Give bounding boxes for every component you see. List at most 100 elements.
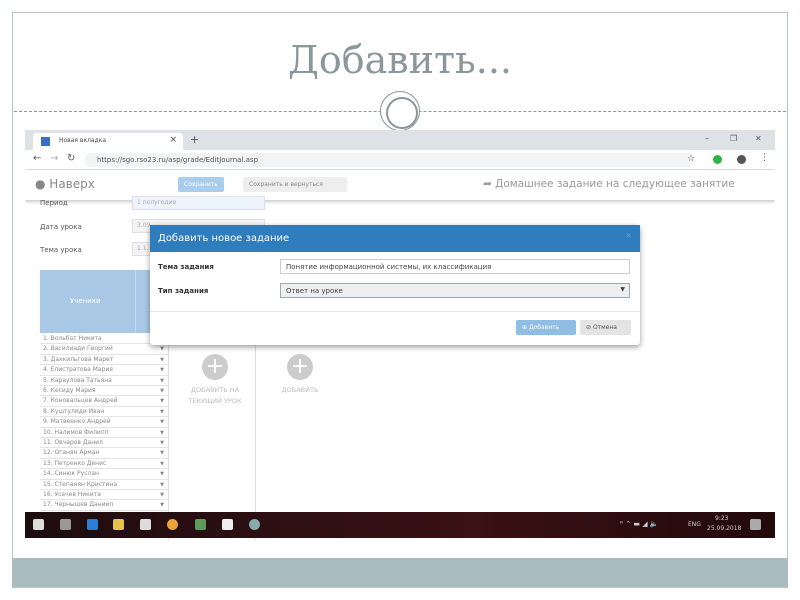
menu-icon[interactable]: ⋮ <box>760 153 769 163</box>
homework-link[interactable]: ➦ Домашнее задание на следующее занятие <box>483 178 735 190</box>
student-name: 11. Овчаров Данил <box>43 439 103 446</box>
dropdown-icon[interactable]: ▼ <box>160 344 164 354</box>
task-topic-label: Тема задания <box>158 263 214 271</box>
task-view-icon[interactable] <box>60 519 71 530</box>
student-name: 17. Чернышев Даниил <box>43 501 114 509</box>
dropdown-icon[interactable]: ▼ <box>160 490 164 500</box>
dropdown-icon[interactable]: ▼ <box>160 355 164 365</box>
student-name: 7. Коновальцев Андрей <box>43 397 118 405</box>
store-icon[interactable] <box>140 519 151 530</box>
address-bar: ← → ↻ https://sgo.rso23.ru/asp/grade/Edi… <box>25 150 775 170</box>
student-row: 10. Налимов Филипп ▼ <box>40 428 168 438</box>
dialog-close-icon[interactable]: × <box>625 231 632 240</box>
student-row: 11. Овчаров Данил ▼ <box>40 438 168 449</box>
slide-footer-band <box>12 558 788 587</box>
student-name: 3. Дахкильгова Марет <box>43 355 114 363</box>
url-input[interactable]: https://sgo.rso23.ru/asp/grade/EditJourn… <box>85 153 695 167</box>
student-row: 8. Куштулиди Иван ▼ <box>40 407 168 418</box>
student-name: 1. Вольбат Никита <box>43 335 102 342</box>
dialog-add-button[interactable]: ⊕ Добавить <box>516 320 576 335</box>
date[interactable]: 25.09.2018 <box>707 525 741 532</box>
forward-icon[interactable]: → <box>50 153 58 164</box>
student-row: 2. Василиади Георгий ▼ <box>40 344 168 355</box>
dropdown-icon[interactable]: ▼ <box>160 386 164 396</box>
student-row: 17. Чернышев Даниил ▼ <box>40 500 168 511</box>
dropdown-icon[interactable]: ▼ <box>160 376 164 386</box>
student-name: 16. Усачев Никита <box>43 491 101 498</box>
top-link[interactable]: ● Наверх <box>35 177 95 191</box>
start-icon[interactable] <box>33 519 44 530</box>
student-row: 3. Дахкильгова Марет ▼ <box>40 355 168 366</box>
excel-icon[interactable] <box>195 519 206 530</box>
time[interactable]: 9:23 <box>715 515 728 522</box>
app-icon[interactable] <box>249 519 260 530</box>
add-button[interactable]: ДОБАВИТЬ <box>270 385 330 396</box>
add-current-plus-icon[interactable]: + <box>202 354 228 380</box>
profile-icon[interactable] <box>737 155 746 164</box>
period-field[interactable]: 1 полугодие <box>132 196 265 210</box>
task-type-select[interactable]: Ответ на уроке ▼ <box>280 283 630 298</box>
chrome-icon[interactable] <box>167 519 178 530</box>
dialog-title: Добавить новое задание <box>158 233 290 244</box>
task-type-label: Тип задания <box>158 287 209 295</box>
dropdown-icon[interactable]: ▼ <box>160 438 164 448</box>
save-button[interactable]: Сохранить <box>178 177 224 192</box>
task-topic-input[interactable]: Понятие информационной системы, их класс… <box>280 259 630 274</box>
dropdown-icon[interactable]: ▼ <box>160 365 164 375</box>
minimize-button[interactable]: – <box>705 134 709 143</box>
slide-title: Добавить... <box>288 38 512 82</box>
dropdown-icon[interactable]: ▼ <box>160 469 164 479</box>
student-row: 4. Елистратова Мария ▼ <box>40 365 168 376</box>
star-icon[interactable]: ☆ <box>687 154 695 164</box>
tab-title: Новая вкладка <box>59 137 107 144</box>
browser-tab[interactable]: Новая вкладка × <box>33 133 183 150</box>
student-row: 1. Вольбат Никита▼ <box>40 334 168 345</box>
mail-icon[interactable] <box>222 519 233 530</box>
student-name: 12. Оганян Арман <box>43 449 100 457</box>
maximize-button[interactable]: ❐ <box>730 134 737 143</box>
student-row: 16. Усачев Никита ▼ <box>40 490 168 501</box>
edge-icon[interactable] <box>87 519 98 530</box>
dropdown-icon[interactable]: ▼ <box>160 448 164 458</box>
students-header: Ученики <box>40 270 165 333</box>
dropdown-icon[interactable]: ▼ <box>160 480 164 490</box>
back-icon[interactable]: ← <box>33 153 41 164</box>
topic-label: Тема урока <box>40 246 82 254</box>
add-current-lesson-button[interactable]: ДОБАВИТЬ НА ТЕКУЩИЙ УРОК <box>185 385 245 407</box>
close-window-button[interactable]: ✕ <box>755 134 762 143</box>
student-name: 8. Куштулиди Иван <box>43 407 105 415</box>
tab-bar: Новая вкладка × + – ❐ ✕ <box>25 130 775 150</box>
dropdown-icon[interactable]: ▼ <box>160 417 164 427</box>
extension-check-icon[interactable] <box>713 155 722 164</box>
student-row: 15. Степанян Кристина ▼ <box>40 480 168 490</box>
dropdown-icon[interactable]: ▼ <box>160 396 164 406</box>
tab-close-icon[interactable]: × <box>169 135 177 145</box>
new-tab-button[interactable]: + <box>190 133 199 146</box>
student-row: 6. Кесиду Мария ▼ <box>40 386 168 397</box>
student-name: 2. Василиади Георгий <box>43 345 113 353</box>
period-label: Период <box>40 199 68 207</box>
student-name: 15. Степанян Кристина <box>43 480 118 488</box>
homework-link-label: Домашнее задание на следующее занятие <box>495 178 735 190</box>
reload-icon[interactable]: ↻ <box>67 153 75 164</box>
language-indicator[interactable]: ENG <box>688 521 701 528</box>
dialog-cancel-button[interactable]: ⊘ Отмена <box>580 320 631 335</box>
dropdown-icon[interactable]: ▼ <box>160 459 164 469</box>
chevron-down-icon: ▼ <box>620 286 625 293</box>
explorer-icon[interactable] <box>113 519 124 530</box>
add-task-dialog: Добавить новое задание × Тема задания По… <box>150 225 640 345</box>
tray-icons[interactable]: ᴿ ⌃ ▬ ◢ 🔈 <box>620 520 659 528</box>
add-plus-icon[interactable]: + <box>287 354 313 380</box>
dialog-cancel-label: Отмена <box>592 324 617 331</box>
student-name: 14. Синюк Руслан <box>43 470 99 478</box>
notifications-icon[interactable] <box>750 519 761 530</box>
dropdown-icon[interactable]: ▼ <box>160 428 164 438</box>
save-return-button[interactable]: Сохранить и вернуться <box>243 177 347 192</box>
student-row: 9. Матвеенко Андрей ▼ <box>40 417 168 428</box>
dropdown-icon[interactable]: ▼ <box>160 407 164 417</box>
browser-screenshot: Новая вкладка × + – ❐ ✕ ← → ↻ https://sg… <box>25 130 775 540</box>
student-name: 10. Налимов Филипп <box>43 428 109 436</box>
student-name: 9. Матвеенко Андрей <box>43 418 111 426</box>
dropdown-icon[interactable]: ▼ <box>160 500 164 510</box>
tab-favicon-icon <box>41 137 50 146</box>
